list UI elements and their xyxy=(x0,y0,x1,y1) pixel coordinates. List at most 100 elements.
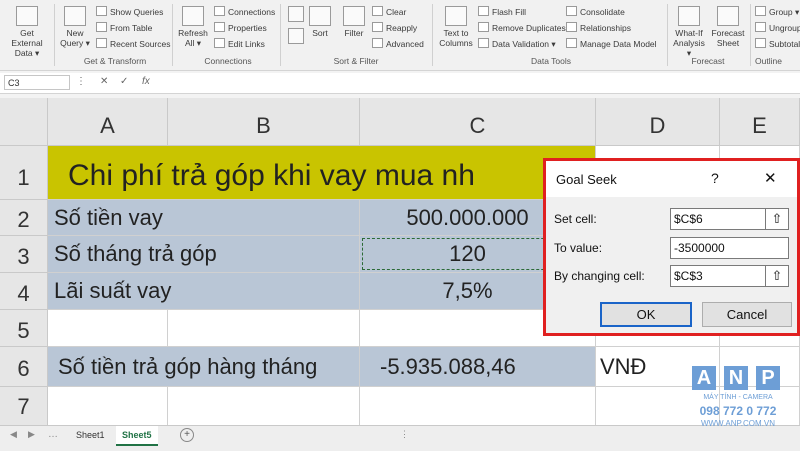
clear-icon xyxy=(372,6,383,16)
subtotal-icon xyxy=(755,38,766,48)
link-icon xyxy=(214,6,225,16)
group-label-get-transform: Get & Transform xyxy=(83,56,147,66)
title-cell[interactable]: Chi phí trả góp khi vay mua nh xyxy=(48,146,596,200)
database-icon xyxy=(16,6,38,26)
sort-az-button[interactable] xyxy=(286,6,306,24)
row-header-4[interactable]: 4 xyxy=(0,273,48,310)
row-header-5[interactable]: 5 xyxy=(0,310,48,347)
set-cell-input[interactable]: $C$6 xyxy=(670,208,766,230)
add-sheet-icon[interactable]: + xyxy=(180,428,194,442)
ok-button[interactable]: OK xyxy=(600,302,692,327)
group-separator xyxy=(750,4,751,66)
remove-duplicates-icon xyxy=(478,22,489,32)
cell-a5[interactable] xyxy=(48,310,168,347)
what-if-analysis-button[interactable]: What-If Analysis ▾ xyxy=(670,6,708,58)
from-table-button[interactable]: From Table xyxy=(96,22,152,34)
cell-a2[interactable]: Số tiền vay xyxy=(48,200,360,236)
enter-formula-icon[interactable]: ✓ xyxy=(120,76,128,87)
sheet-tab-sheet1[interactable]: Sheet1 xyxy=(70,426,111,444)
cell-a3[interactable]: Số tháng trả góp xyxy=(48,236,360,273)
show-queries-button[interactable]: Show Queries xyxy=(96,6,163,18)
tab-splitter-icon[interactable]: ⋮ xyxy=(400,429,409,440)
cell-a6[interactable]: Số tiền trả góp hàng tháng xyxy=(48,347,360,387)
cell-c7[interactable] xyxy=(360,387,596,425)
collapse-up-icon: ⇧ xyxy=(771,268,783,283)
ungroup-button[interactable]: Ungroup ▾ xyxy=(755,22,800,34)
group-separator xyxy=(54,4,55,66)
consolidate-button[interactable]: Consolidate xyxy=(566,6,625,18)
changing-cell-label: By changing cell: xyxy=(554,269,645,283)
remove-duplicates-button[interactable]: Remove Duplicates xyxy=(478,22,566,34)
reapply-icon xyxy=(372,22,383,32)
clear-filter-button[interactable]: Clear xyxy=(372,6,406,18)
cancel-button[interactable]: Cancel xyxy=(702,302,792,327)
select-all-corner[interactable] xyxy=(0,98,48,146)
name-box[interactable]: C3 xyxy=(4,75,70,90)
column-header-c[interactable]: C xyxy=(360,98,596,146)
connections-button[interactable]: Connections xyxy=(214,6,275,18)
changing-cell-input[interactable]: $C$3 xyxy=(670,265,766,287)
subtotal-button[interactable]: Subtotal xyxy=(755,38,800,50)
recent-sources-button[interactable]: Recent Sources xyxy=(96,38,170,50)
column-header-a[interactable]: A xyxy=(48,98,168,146)
sort-za-button[interactable] xyxy=(286,28,306,46)
cell-b5[interactable] xyxy=(168,310,360,347)
cell-b7[interactable] xyxy=(168,387,360,425)
edit-links-icon xyxy=(214,38,225,48)
cell-a7[interactable] xyxy=(48,387,168,425)
scroll-right-icon[interactable]: ▶ xyxy=(28,429,35,440)
scroll-left-icon[interactable]: ◀ xyxy=(10,429,17,440)
advanced-filter-button[interactable]: Advanced xyxy=(372,38,424,50)
cell-a4[interactable]: Lãi suất vay xyxy=(48,273,360,310)
column-header-d[interactable]: D xyxy=(596,98,720,146)
group-label-data-tools: Data Tools xyxy=(530,56,571,66)
data-validation-button[interactable]: Data Validation ▾ xyxy=(478,38,556,50)
text-to-columns-button[interactable]: Text to Columns xyxy=(438,6,474,48)
reapply-button[interactable]: Reapply xyxy=(372,22,417,34)
table-icon xyxy=(96,22,107,32)
query-icon xyxy=(64,6,86,26)
flash-fill-button[interactable]: Flash Fill xyxy=(478,6,526,18)
filter-button[interactable]: Filter xyxy=(340,6,368,38)
collapse-up-icon: ⇧ xyxy=(771,211,783,226)
more-sheets-icon[interactable]: … xyxy=(48,429,58,440)
group-label-outline: Outline xyxy=(755,56,782,66)
row-header-6[interactable]: 6 xyxy=(0,347,48,387)
insert-function-button[interactable]: fx xyxy=(142,76,150,87)
data-validation-icon xyxy=(478,38,489,48)
row-header-1[interactable]: 1 xyxy=(0,146,48,200)
group-button[interactable]: Group ▾ xyxy=(755,6,799,18)
text-to-columns-icon xyxy=(445,6,467,26)
formula-bar: C3 ⋮ ✕ ✓ fx xyxy=(0,73,800,94)
refresh-all-button[interactable]: Refresh All ▾ xyxy=(178,6,208,48)
changing-cell-collapse-button[interactable]: ⇧ xyxy=(765,265,789,287)
column-header-b[interactable]: B xyxy=(168,98,360,146)
properties-button[interactable]: Properties xyxy=(214,22,267,34)
row-header-7[interactable]: 7 xyxy=(0,387,48,425)
forecast-chart-icon xyxy=(717,6,739,26)
table-icon xyxy=(96,6,107,16)
group-separator xyxy=(667,4,668,66)
help-button[interactable]: ? xyxy=(711,170,719,186)
forecast-sheet-button[interactable]: Forecast Sheet xyxy=(710,6,746,48)
goal-seek-dialog: Goal Seek ? ✕ Set cell: $C$6 ⇧ To value:… xyxy=(543,158,800,336)
cancel-formula-icon[interactable]: ✕ xyxy=(100,76,108,87)
manage-data-model-button[interactable]: Manage Data Model xyxy=(566,38,657,50)
sort-button[interactable]: Sort xyxy=(308,6,332,38)
ungroup-icon xyxy=(755,22,766,32)
row-header-3[interactable]: 3 xyxy=(0,236,48,273)
relationships-button[interactable]: Relationships xyxy=(566,22,631,34)
to-value-input[interactable]: -3500000 xyxy=(670,237,789,259)
row-header-2[interactable]: 2 xyxy=(0,200,48,236)
set-cell-collapse-button[interactable]: ⇧ xyxy=(765,208,789,230)
cell-c6[interactable]: -5.935.088,46 xyxy=(360,347,596,387)
sheet-tab-sheet5[interactable]: Sheet5 xyxy=(116,426,158,446)
clock-icon xyxy=(96,38,107,48)
column-header-e[interactable]: E xyxy=(720,98,800,146)
close-button[interactable]: ✕ xyxy=(764,169,777,187)
formula-input[interactable] xyxy=(170,75,796,90)
edit-links-button[interactable]: Edit Links xyxy=(214,38,265,50)
group-separator xyxy=(172,4,173,66)
new-query-button[interactable]: New Query ▾ xyxy=(60,6,90,48)
get-external-data-button[interactable]: Get External Data ▾ xyxy=(4,6,50,58)
